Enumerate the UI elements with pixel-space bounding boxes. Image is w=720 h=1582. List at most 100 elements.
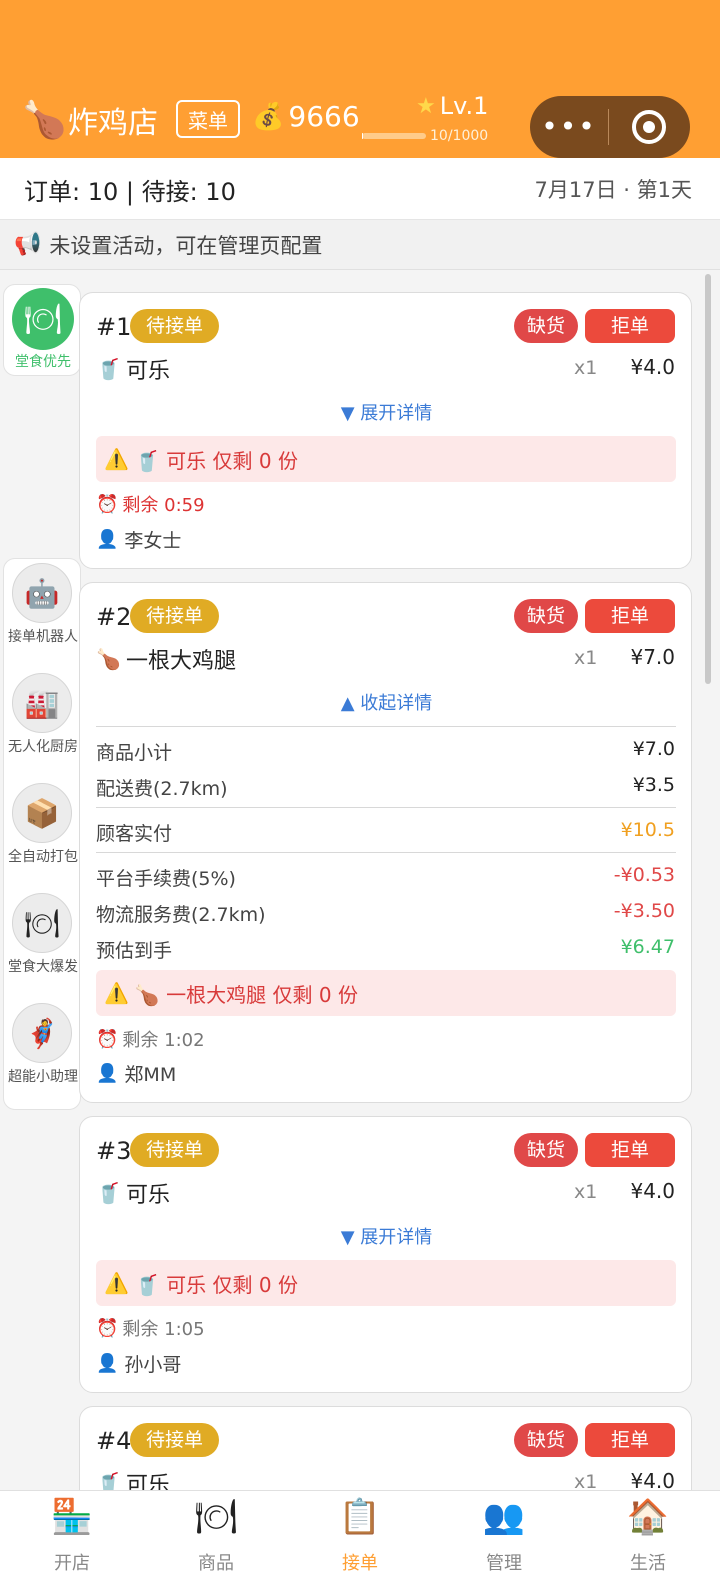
warning-icon: ⚠️ bbox=[104, 981, 129, 1005]
order-number: #4 bbox=[96, 1427, 132, 1455]
alarm-clock-icon: ⏰ bbox=[96, 1317, 119, 1339]
out-of-stock-button[interactable]: 缺货 bbox=[514, 1133, 578, 1167]
tab-label: 接单 bbox=[342, 1553, 378, 1574]
xp-progress-bar bbox=[362, 133, 426, 139]
item-quantity: x1 bbox=[574, 357, 598, 379]
close-miniprogram-button[interactable] bbox=[609, 110, 689, 144]
order-number: #3 bbox=[96, 1137, 132, 1165]
item-name: 可乐 bbox=[126, 359, 171, 384]
reject-order-button[interactable]: 拒单 bbox=[585, 599, 675, 633]
net-income-label: 预估到手 bbox=[96, 940, 173, 962]
order-number: #1 bbox=[96, 313, 132, 341]
countdown: ⏰ 剩余 0:59 bbox=[96, 491, 205, 517]
tab-label: 开店 bbox=[54, 1553, 90, 1574]
drumstick-icon: 🍗 bbox=[96, 647, 121, 671]
coin-value: 9666 bbox=[288, 100, 360, 133]
stock-warning-text: 🥤 可乐 仅剩 0 份 bbox=[134, 448, 298, 473]
tools-panel: 🤖 接单机器人 🏭 无人化厨房 📦 全自动打包 🍽 堂食大爆发 🦸 超能小助理 bbox=[3, 558, 81, 1110]
level-indicator: ★ Lv.1 bbox=[416, 92, 488, 120]
tool-order-robot[interactable]: 🤖 接单机器人 bbox=[4, 559, 82, 669]
customer: 👤 郑MM bbox=[96, 1060, 176, 1087]
shop-name: 炸鸡店 bbox=[68, 106, 158, 141]
tool-auto-kitchen[interactable]: 🏭 无人化厨房 bbox=[4, 669, 82, 779]
subtotal-value: ¥7.0 bbox=[632, 738, 675, 760]
factory-icon: 🏭 bbox=[12, 673, 72, 733]
shop-title: 🍗 炸鸡店 bbox=[22, 98, 158, 142]
xp-progress-fill bbox=[362, 133, 364, 139]
xp-text: 10/1000 bbox=[430, 128, 489, 144]
item-price: ¥7.0 bbox=[630, 645, 675, 669]
customer-paid-value: ¥10.5 bbox=[620, 819, 675, 841]
robot-icon: 🤖 bbox=[12, 563, 72, 623]
dine-in-priority-toggle[interactable]: 🍽 堂食优先 bbox=[3, 284, 81, 376]
reject-order-button[interactable]: 拒单 bbox=[585, 1133, 675, 1167]
megaphone-icon: 📢 bbox=[14, 232, 42, 257]
tab-life[interactable]: 🏠 生活 bbox=[576, 1491, 720, 1582]
warning-icon: ⚠️ bbox=[104, 447, 129, 471]
tool-label: 无人化厨房 bbox=[8, 739, 78, 755]
tab-open-shop[interactable]: 🏪 开店 bbox=[0, 1491, 144, 1582]
customer-name: 郑MM bbox=[124, 1064, 177, 1086]
item-price: ¥4.0 bbox=[630, 355, 675, 379]
customer: 👤 李女士 bbox=[96, 526, 181, 553]
item-name: 一根大鸡腿 bbox=[126, 649, 237, 674]
star-icon: ★ bbox=[416, 93, 436, 119]
divider bbox=[96, 852, 676, 853]
item-quantity: x1 bbox=[574, 1181, 598, 1203]
tool-label: 堂食大爆发 bbox=[8, 959, 78, 975]
cola-icon: 🥤 bbox=[96, 357, 121, 381]
divider bbox=[96, 807, 676, 808]
tab-products[interactable]: 🍽 商品 bbox=[144, 1491, 288, 1582]
tool-dine-in-boom[interactable]: 🍽 堂食大爆发 bbox=[4, 889, 82, 999]
stock-warning: ⚠️ 🥤 可乐 仅剩 0 份 bbox=[96, 436, 676, 482]
platform-fee-value: -¥0.53 bbox=[613, 864, 675, 886]
tab-label: 管理 bbox=[486, 1553, 522, 1574]
tool-auto-pack[interactable]: 📦 全自动打包 bbox=[4, 779, 82, 889]
delivery-fee-value: ¥3.5 bbox=[632, 774, 675, 796]
house-icon: 🏠 bbox=[626, 1497, 670, 1537]
tool-super-assistant[interactable]: 🦸 超能小助理 bbox=[4, 999, 82, 1109]
stock-warning-text: 🥤 可乐 仅剩 0 份 bbox=[134, 1272, 298, 1297]
item-price: ¥4.0 bbox=[630, 1179, 675, 1203]
order-count: 订单: 10 | 待接: 10 bbox=[24, 178, 236, 206]
logistics-fee-label: 物流服务费(2.7km) bbox=[96, 904, 266, 926]
tab-orders[interactable]: 📋 接单 bbox=[288, 1491, 432, 1582]
cola-icon: 🥤 bbox=[96, 1181, 121, 1205]
money-bag-icon: 💰 bbox=[252, 101, 285, 132]
scrollbar[interactable] bbox=[702, 272, 712, 1488]
superhero-icon: 🦸 bbox=[12, 1003, 72, 1063]
customer-name: 孙小哥 bbox=[124, 1354, 182, 1376]
dine-in-priority-label: 堂食优先 bbox=[15, 354, 71, 370]
reject-order-button[interactable]: 拒单 bbox=[585, 309, 675, 343]
collapse-details-link[interactable]: ▲ 收起详情 bbox=[80, 689, 693, 715]
scrollbar-thumb[interactable] bbox=[705, 274, 711, 684]
out-of-stock-button[interactable]: 缺货 bbox=[514, 1423, 578, 1457]
expand-details-link[interactable]: ▼ 展开详情 bbox=[80, 399, 693, 425]
reject-order-button[interactable]: 拒单 bbox=[585, 1423, 675, 1457]
expand-details-link[interactable]: ▼ 展开详情 bbox=[80, 1223, 693, 1249]
notice-text: 未设置活动，可在管理页配置 bbox=[49, 233, 323, 258]
user-icon: 👤 bbox=[96, 529, 119, 550]
item-quantity: x1 bbox=[574, 647, 598, 669]
activity-notice[interactable]: 📢 未设置活动，可在管理页配置 bbox=[0, 220, 720, 270]
logistics-fee-value: -¥3.50 bbox=[613, 900, 675, 922]
menu-button[interactable]: 菜单 bbox=[176, 100, 240, 138]
alarm-clock-icon: ⏰ bbox=[96, 493, 119, 515]
stock-warning: ⚠️ 🥤 可乐 仅剩 0 份 bbox=[96, 1260, 676, 1306]
customer-paid-label: 顾客实付 bbox=[96, 823, 173, 845]
cutlery-icon: 🍽 bbox=[194, 1497, 238, 1537]
subtotal-label: 商品小计 bbox=[96, 742, 173, 764]
order-card: #2 待接单 缺货 拒单 🍗 一根大鸡腿 x1 ¥7.0 ▲ 收起详情 商品小计… bbox=[79, 582, 692, 1103]
customer: 👤 孙小哥 bbox=[96, 1350, 181, 1377]
out-of-stock-button[interactable]: 缺货 bbox=[514, 309, 578, 343]
out-of-stock-button[interactable]: 缺货 bbox=[514, 599, 578, 633]
package-icon: 📦 bbox=[12, 783, 72, 843]
bottom-tab-bar: 🏪 开店 🍽 商品 📋 接单 👥 管理 🏠 生活 bbox=[0, 1490, 720, 1582]
top-header: 🍗 炸鸡店 菜单 💰 9666 ★ Lv.1 10/1000 ••• bbox=[0, 0, 720, 158]
status-badge: 待接单 bbox=[130, 1423, 220, 1457]
tab-manage[interactable]: 👥 管理 bbox=[432, 1491, 576, 1582]
level-text: Lv.1 bbox=[439, 92, 489, 120]
more-icon[interactable]: ••• bbox=[530, 113, 608, 141]
plate-icon: 🍽 bbox=[12, 288, 74, 350]
order-card: #1 待接单 缺货 拒单 🥤 可乐 x1 ¥4.0 ▼ 展开详情 ⚠️ 🥤 可乐… bbox=[79, 292, 692, 569]
